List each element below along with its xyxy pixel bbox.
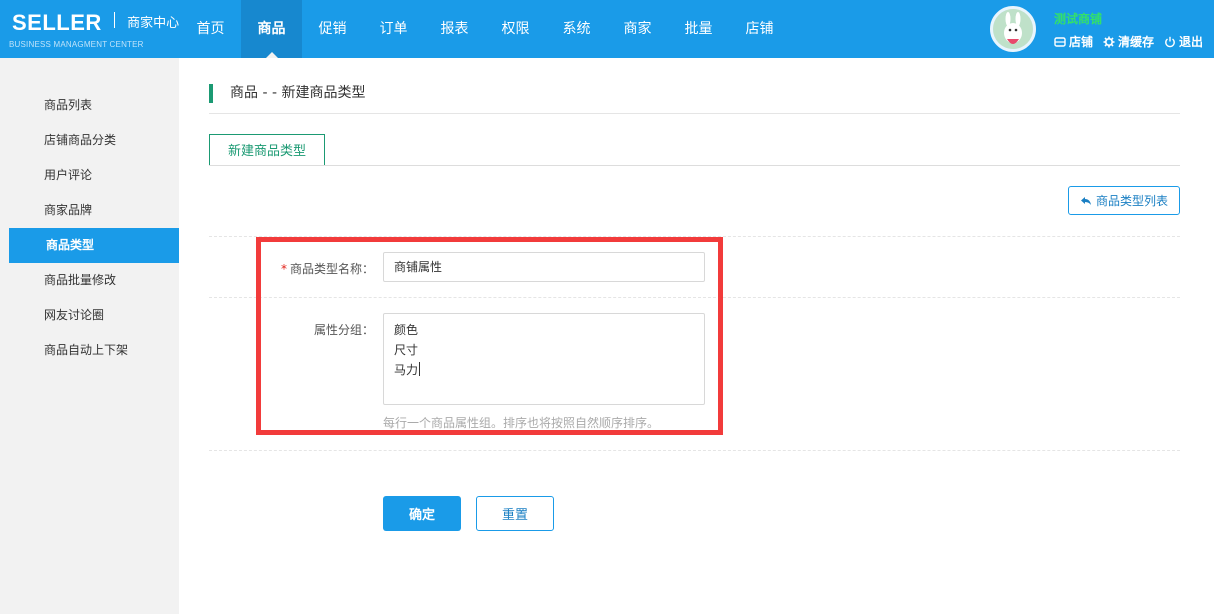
sidebar-item-auto-shelf[interactable]: 商品自动上下架	[0, 333, 179, 368]
nav-item-batch[interactable]: 批量	[668, 0, 729, 58]
sidebar-item-user-reviews[interactable]: 用户评论	[0, 158, 179, 193]
nav-item-system[interactable]: 系统	[546, 0, 607, 58]
nav-item-promotion[interactable]: 促销	[302, 0, 363, 58]
logo[interactable]: SELLER 商家中心	[12, 10, 179, 36]
nav-item-shop[interactable]: 店铺	[729, 0, 790, 58]
main-nav: 首页 商品 促销 订单 报表 权限 系统 商家 批量 店铺	[180, 0, 790, 58]
form-divider-bottom	[209, 450, 1180, 451]
clear-cache-label: 清缓存	[1118, 35, 1155, 49]
sidebar-item-goods-list[interactable]: 商品列表	[0, 88, 179, 123]
gear-icon	[1103, 36, 1115, 47]
logo-english-caption: BUSINESS MANAGMENT CENTER	[9, 40, 144, 49]
tab-new-goods-type[interactable]: 新建商品类型	[209, 134, 325, 165]
confirm-button[interactable]: 确定	[383, 496, 461, 531]
main-content: 商品 - - 新建商品类型 新建商品类型 商品类型列表 * 商品类型名称： 商铺属…	[179, 58, 1214, 614]
shop-name[interactable]: 测试商铺	[1054, 10, 1102, 27]
goods-type-list-label: 商品类型列表	[1095, 194, 1168, 208]
top-actions: 店铺 清缓存 退出	[1054, 33, 1213, 50]
sidebar-item-discussion[interactable]: 网友讨论圈	[0, 298, 179, 333]
logo-divider	[113, 12, 115, 28]
title-divider	[209, 113, 1180, 114]
reset-button[interactable]: 重置	[476, 496, 554, 531]
sidebar-item-goods-type[interactable]: 商品类型	[9, 228, 185, 263]
clear-cache-link[interactable]: 清缓存	[1103, 33, 1154, 50]
avatar[interactable]	[990, 6, 1036, 52]
store-link-label: 店铺	[1069, 35, 1094, 49]
reply-arrow-icon	[1080, 196, 1091, 205]
nav-item-permissions[interactable]: 权限	[485, 0, 546, 58]
page-title: 商品 - - 新建商品类型	[209, 84, 365, 103]
nav-item-merchant[interactable]: 商家	[607, 0, 668, 58]
nav-item-home[interactable]: 首页	[180, 0, 241, 58]
sidebar-item-brands[interactable]: 商家品牌	[0, 193, 179, 228]
goods-type-list-button[interactable]: 商品类型列表	[1068, 186, 1180, 215]
nav-item-reports[interactable]: 报表	[424, 0, 485, 58]
logo-subtitle: 商家中心	[127, 16, 180, 31]
sidebar: 商品列表 店铺商品分类 用户评论 商家品牌 商品类型 商品批量修改 网友讨论圈 …	[0, 58, 185, 614]
power-icon	[1165, 36, 1175, 47]
top-navigation-bar: SELLER 商家中心 BUSINESS MANAGMENT CENTER 首页…	[0, 0, 1214, 58]
logo-text: SELLER	[12, 10, 102, 35]
store-icon	[1054, 36, 1066, 47]
logout-label: 退出	[1179, 35, 1204, 49]
highlight-box	[256, 237, 723, 435]
tab-divider	[209, 165, 1180, 166]
sidebar-item-batch-edit[interactable]: 商品批量修改	[0, 263, 179, 298]
nav-item-goods[interactable]: 商品	[241, 0, 302, 58]
sidebar-item-shop-category[interactable]: 店铺商品分类	[0, 123, 179, 158]
store-link[interactable]: 店铺	[1054, 33, 1093, 50]
nav-item-orders[interactable]: 订单	[363, 0, 424, 58]
logout-link[interactable]: 退出	[1164, 33, 1203, 50]
avatar-image	[993, 9, 1033, 49]
